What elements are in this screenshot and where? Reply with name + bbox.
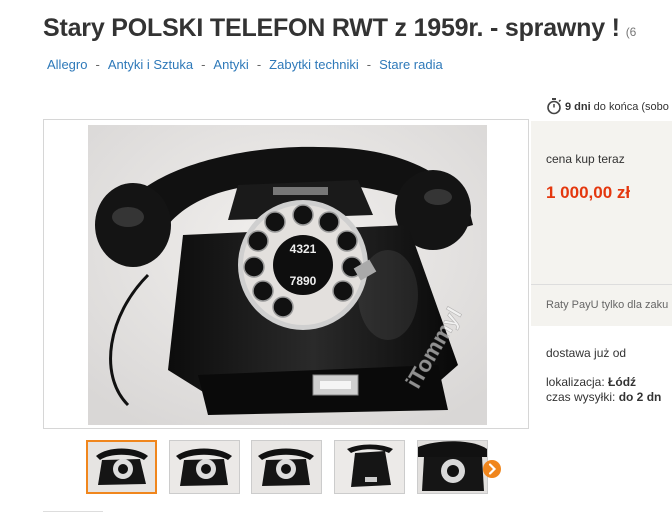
- breadcrumb-separator: -: [256, 57, 262, 72]
- breadcrumb: Allegro - Antyki i Sztuka - Antyki - Zabytki t…: [47, 57, 443, 72]
- next-thumbnails-button[interactable]: [483, 460, 501, 478]
- stopwatch-icon: [547, 98, 562, 115]
- price-panel: cena kup teraz 1 000,00 zł Raty PayU tyl…: [531, 121, 672, 326]
- time-left-suffix: do końca (sobo: [593, 100, 669, 113]
- time-left-value: 9 dni: [565, 100, 591, 113]
- location-info: lokalizacja: Łódź czas wysyłki: do 2 dn: [546, 375, 661, 405]
- breadcrumb-item-antyki[interactable]: Antyki: [213, 57, 248, 72]
- divider: [43, 511, 103, 512]
- thumbnail-2[interactable]: [169, 440, 240, 494]
- breadcrumb-separator: -: [366, 57, 372, 72]
- breadcrumb-item-antyki-i-sztuka[interactable]: Antyki i Sztuka: [108, 57, 193, 72]
- breadcrumb-item-stare-radia[interactable]: Stare radia: [379, 57, 443, 72]
- delivery-info: dostawa już od: [546, 346, 627, 360]
- svg-text:4321: 4321: [290, 242, 317, 256]
- svg-text:7890: 7890: [290, 274, 317, 288]
- breadcrumb-separator: -: [201, 57, 206, 72]
- page-title: Stary POLSKI TELEFON RWT z 1959r. - spra…: [43, 14, 636, 43]
- title-text: Stary POLSKI TELEFON RWT z 1959r. - spra…: [43, 14, 620, 42]
- price-label: cena kup teraz: [546, 152, 625, 166]
- shipping-time-value: do 2 dn: [618, 390, 662, 404]
- location-label: lokalizacja:: [546, 375, 605, 389]
- title-extra: (6: [625, 25, 637, 39]
- breadcrumb-item-allegro[interactable]: Allegro: [47, 57, 87, 72]
- main-product-image[interactable]: 4321 7890 iTommyl: [88, 125, 487, 425]
- thumbnail-3[interactable]: [251, 440, 322, 494]
- price-value: 1 000,00 zł: [546, 183, 631, 202]
- breadcrumb-separator: -: [95, 57, 100, 72]
- time-left: 9 dni do końca (sobo: [546, 98, 669, 115]
- thumbnail-4[interactable]: [334, 440, 405, 494]
- shipping-time-label: czas wysyłki:: [546, 390, 616, 404]
- thumbnail-5[interactable]: [417, 440, 488, 494]
- thumbnail-1[interactable]: [86, 440, 157, 494]
- image-gallery: 4321 7890 iTommyl: [43, 119, 529, 429]
- chevron-right-icon: [488, 463, 497, 475]
- location-value: Łódź: [608, 375, 637, 389]
- breadcrumb-item-zabytki-techniki[interactable]: Zabytki techniki: [269, 57, 359, 72]
- installments-info[interactable]: Raty PayU tylko dla zaku: [531, 284, 672, 311]
